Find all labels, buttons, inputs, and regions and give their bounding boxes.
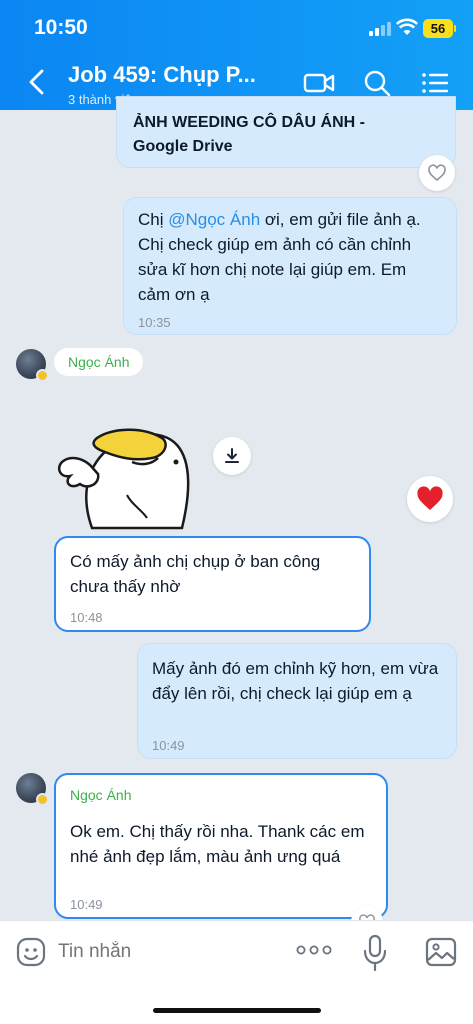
- message-time: 10:49: [70, 897, 103, 912]
- key-badge-icon: [36, 369, 49, 382]
- back-button[interactable]: [22, 65, 52, 99]
- sticker-image[interactable]: [52, 410, 202, 530]
- message-text: Ok em. Chị thấy rồi nha. Thank các em nh…: [70, 822, 365, 866]
- message-bubble-incoming[interactable]: Có mấy ảnh chị chụp ở ban công chưa thấy…: [54, 536, 371, 632]
- image-icon[interactable]: [425, 937, 457, 967]
- link-card-title: ẢNH WEEDING CÔ DÂU ÁNH -: [133, 114, 365, 131]
- reaction-button[interactable]: [407, 476, 453, 522]
- message-time: 10:35: [138, 315, 171, 330]
- message-bubble-incoming[interactable]: Ngọc Ánh Ok em. Chị thấy rồi nha. Thank …: [54, 773, 388, 919]
- message-bubble-outgoing[interactable]: Chị @Ngọc Ánh ơi, em gửi file ảnh ạ. Chị…: [123, 197, 457, 335]
- signal-icon: [369, 22, 391, 36]
- microphone-icon[interactable]: [362, 933, 388, 973]
- search-icon[interactable]: [360, 66, 394, 100]
- message-bubble-outgoing[interactable]: Mấy ảnh đó em chỉnh kỹ hơn, em vừa đẩy l…: [137, 643, 457, 759]
- avatar[interactable]: [16, 773, 49, 806]
- chat-title[interactable]: Job 459: Chụp P...: [68, 62, 256, 88]
- message-text: Mấy ảnh đó em chỉnh kỹ hơn, em vừa đẩy l…: [152, 659, 439, 703]
- download-icon: [225, 448, 239, 463]
- reaction-button[interactable]: [419, 155, 455, 191]
- sender-name: Ngọc Ánh: [54, 348, 144, 376]
- message-text-prefix: Chị: [138, 210, 169, 229]
- menu-icon[interactable]: [418, 66, 452, 100]
- key-badge-icon: [36, 793, 49, 806]
- link-card-source: Google Drive: [133, 138, 233, 155]
- heart-icon: [428, 164, 446, 182]
- download-button[interactable]: [213, 437, 251, 475]
- home-indicator[interactable]: [153, 1008, 321, 1013]
- video-call-icon[interactable]: [302, 66, 336, 100]
- message-text: Có mấy ảnh chị chụp ở ban công chưa thấy…: [70, 552, 321, 596]
- more-icon[interactable]: [296, 943, 332, 957]
- message-time: 10:48: [70, 610, 103, 625]
- message-text: Chị @Ngọc Ánh ơi, em gửi file ảnh ạ. Chị…: [138, 207, 442, 307]
- sender-name: Ngọc Ánh: [70, 787, 132, 803]
- sticker-icon[interactable]: [14, 935, 48, 969]
- mention-link[interactable]: @Ngọc Ánh: [168, 210, 260, 229]
- status-time: 10:50: [34, 16, 88, 39]
- avatar[interactable]: [16, 349, 49, 382]
- battery-indicator: 56: [423, 19, 456, 38]
- message-input[interactable]: [58, 937, 278, 967]
- link-card[interactable]: ẢNH WEEDING CÔ DÂU ÁNH - Google Drive: [116, 96, 456, 168]
- chat-header: 10:50 56 Job 459: Chụp P... 3 thành viên: [0, 0, 473, 110]
- wifi-icon: [396, 18, 418, 35]
- heart-icon: [417, 486, 443, 510]
- message-time: 10:49: [152, 738, 185, 753]
